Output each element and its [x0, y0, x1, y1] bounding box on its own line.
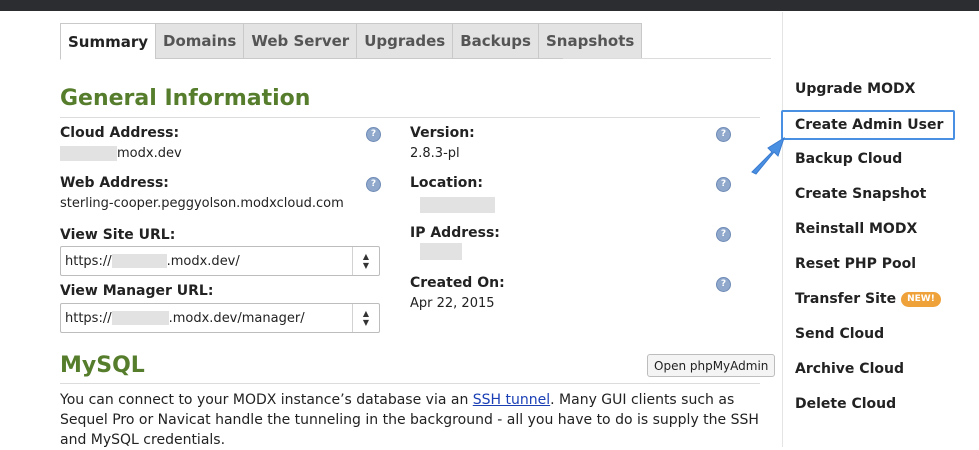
- reinstall-modx-button[interactable]: Reinstall MODX: [795, 214, 917, 244]
- location-value: [420, 197, 495, 213]
- created-on-value: Apr 22, 2015: [410, 296, 495, 311]
- redacted-block: [420, 197, 495, 213]
- send-cloud-button[interactable]: Send Cloud: [795, 319, 884, 349]
- mysql-text-1: You can connect to your MODX instance’s …: [60, 392, 473, 408]
- stepper-arrows-icon[interactable]: ▲ ▼: [352, 304, 379, 332]
- new-badge: NEW!: [901, 291, 941, 307]
- ip-address-label: IP Address:: [410, 225, 500, 241]
- help-icon[interactable]: ?: [716, 177, 731, 192]
- web-address-label: Web Address:: [60, 175, 169, 191]
- stepper-arrows-icon[interactable]: ▲ ▼: [352, 247, 379, 275]
- version-label: Version:: [410, 125, 475, 141]
- archive-cloud-button[interactable]: Archive Cloud: [795, 354, 904, 384]
- tab-snapshots[interactable]: Snapshots: [537, 23, 643, 59]
- redacted-block: [420, 243, 462, 260]
- web-address-value: sterling-cooper.peggyolson.modxcloud.com: [60, 196, 344, 211]
- tabs-divider: [563, 58, 771, 59]
- location-label: Location:: [410, 175, 483, 191]
- help-icon[interactable]: ?: [716, 227, 731, 242]
- cloud-address-value: modx.dev: [60, 146, 182, 161]
- view-site-url-select[interactable]: https://.modx.dev/ ▲ ▼: [60, 246, 380, 276]
- reset-php-pool-button[interactable]: Reset PHP Pool: [795, 249, 916, 279]
- create-snapshot-button[interactable]: Create Snapshot: [795, 179, 926, 209]
- tab-bar: Summary Domains Web Server Upgrades Back…: [60, 23, 643, 60]
- view-manager-url-label: View Manager URL:: [60, 283, 214, 299]
- create-admin-user-button[interactable]: Create Admin User: [781, 110, 955, 140]
- mysql-description: You can connect to your MODX instance’s …: [60, 390, 760, 450]
- created-on-label: Created On:: [410, 275, 505, 291]
- tab-upgrades[interactable]: Upgrades: [356, 23, 453, 59]
- actions-sidebar: Upgrade MODX Create Admin User Backup Cl…: [781, 12, 979, 447]
- open-phpmyadmin-button[interactable]: Open phpMyAdmin: [647, 354, 776, 377]
- top-bar: [0, 0, 979, 11]
- view-manager-url-select[interactable]: https://.modx.dev/manager/ ▲ ▼: [60, 303, 380, 333]
- cloud-address-label: Cloud Address:: [60, 125, 180, 141]
- redacted-block: [111, 254, 167, 268]
- tab-backups[interactable]: Backups: [452, 23, 538, 59]
- tab-summary[interactable]: Summary: [60, 23, 156, 60]
- help-icon[interactable]: ?: [366, 127, 381, 142]
- general-divider: [60, 117, 760, 118]
- mysql-divider: [60, 383, 760, 384]
- view-manager-url-value: https://.modx.dev/manager/: [65, 310, 305, 326]
- view-site-url-label: View Site URL:: [60, 227, 176, 243]
- upgrade-modx-button[interactable]: Upgrade MODX: [795, 74, 915, 104]
- help-icon[interactable]: ?: [716, 277, 731, 292]
- backup-cloud-button[interactable]: Backup Cloud: [795, 144, 902, 174]
- tab-domains[interactable]: Domains: [155, 23, 244, 59]
- version-value: 2.8.3-pl: [410, 146, 460, 161]
- view-site-url-value: https://.modx.dev/: [65, 253, 240, 269]
- delete-cloud-button[interactable]: Delete Cloud: [795, 389, 896, 419]
- tab-web-server[interactable]: Web Server: [243, 23, 357, 59]
- cloud-address-text: modx.dev: [117, 146, 182, 161]
- help-icon[interactable]: ?: [366, 177, 381, 192]
- transfer-site-label: Transfer Site: [795, 291, 897, 307]
- transfer-site-button[interactable]: Transfer Site NEW!: [795, 284, 941, 314]
- redacted-block: [111, 311, 169, 325]
- help-icon[interactable]: ?: [716, 127, 731, 142]
- mysql-heading: MySQL: [60, 353, 145, 378]
- redacted-block: [60, 146, 117, 161]
- ip-address-value: [420, 243, 462, 260]
- ssh-tunnel-link[interactable]: SSH tunnel: [473, 392, 550, 408]
- general-information-heading: General Information: [60, 86, 311, 111]
- pointer-arrow-icon: [751, 136, 785, 175]
